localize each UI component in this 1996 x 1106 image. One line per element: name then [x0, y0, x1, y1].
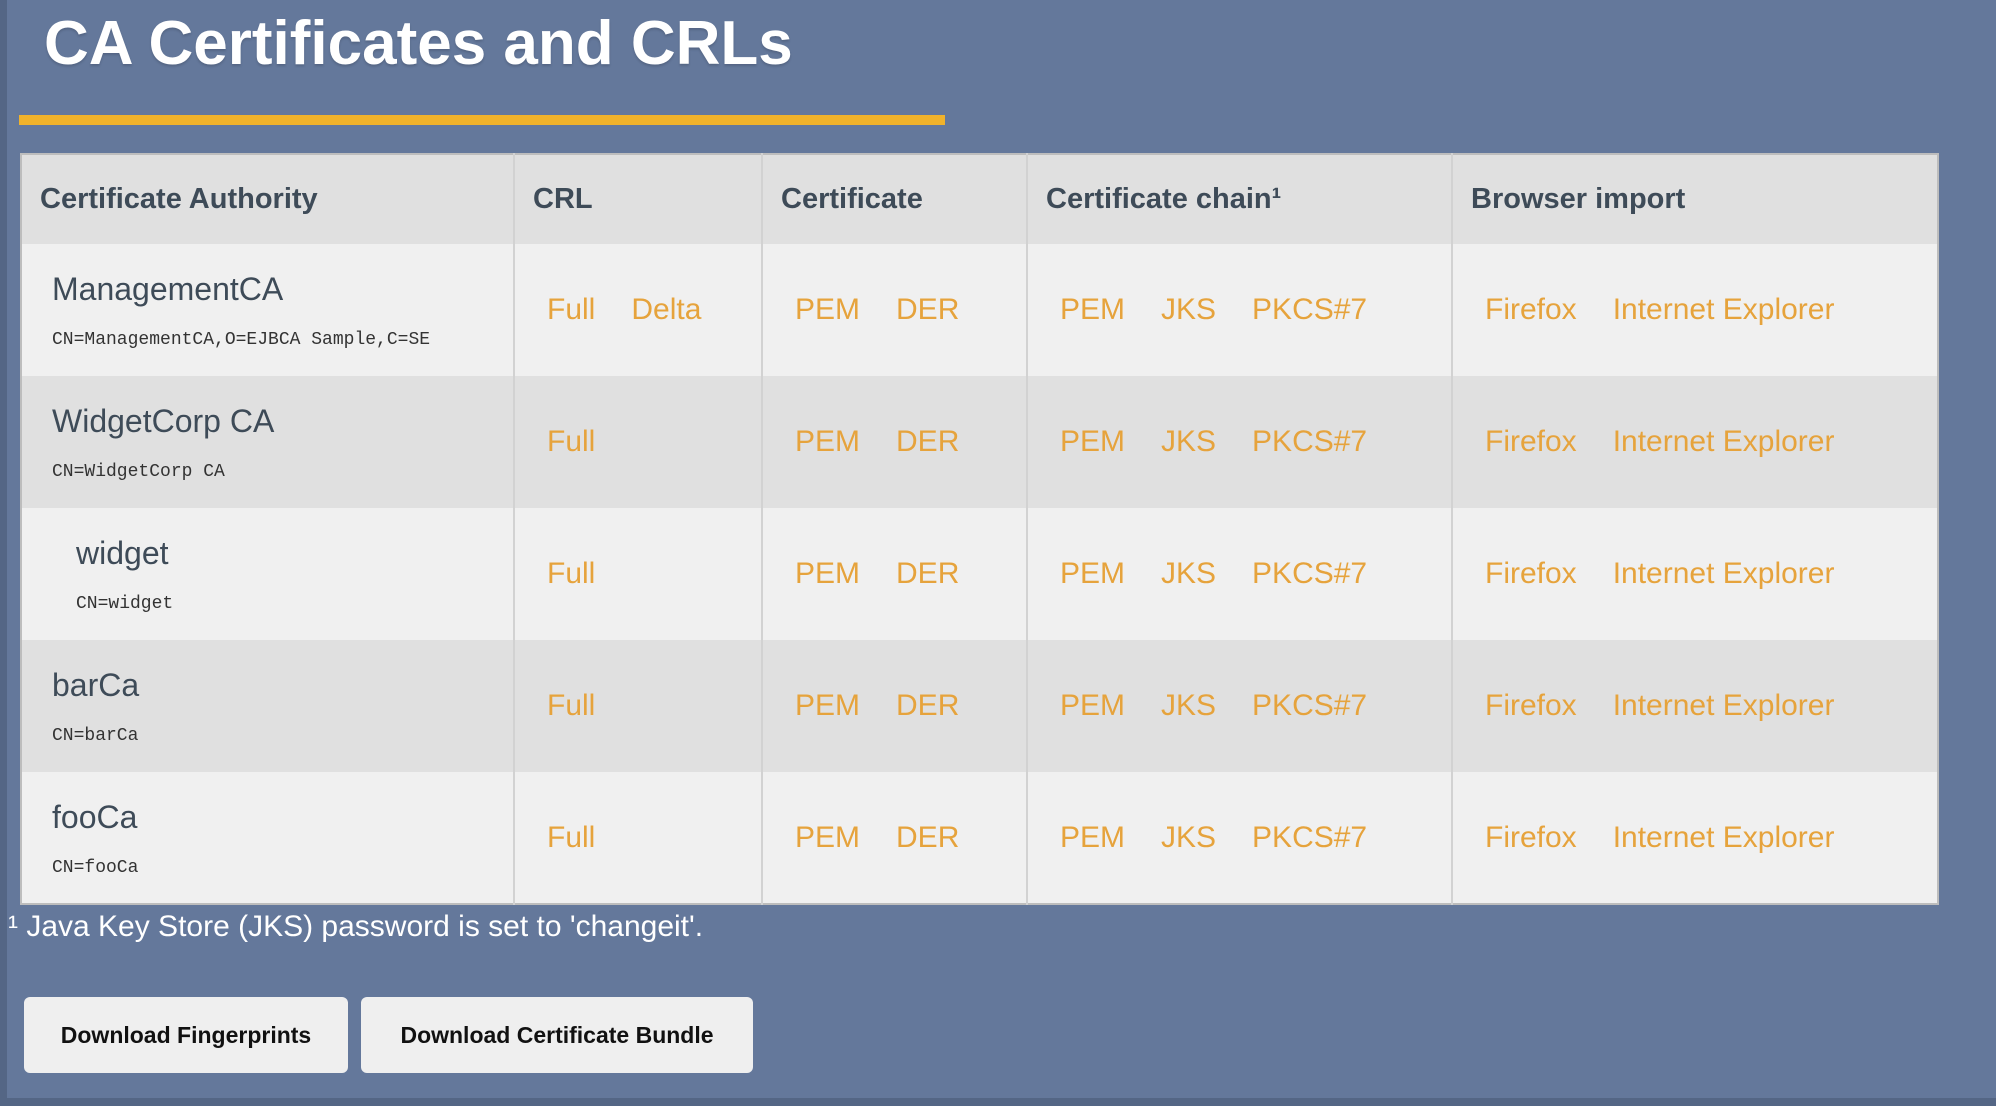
browser-firefox-link[interactable]: Firefox [1485, 293, 1577, 327]
ca-name: ManagementCA [52, 270, 513, 308]
chain-pem-link[interactable]: PEM [1060, 557, 1125, 591]
column-header-certificate-authority: Certificate Authority [21, 154, 514, 244]
column-header-crl: CRL [514, 154, 762, 244]
browser-links-cell: Firefox Internet Explorer [1452, 640, 1938, 772]
cert-pem-link[interactable]: PEM [795, 821, 860, 855]
chain-links-cell: PEM JKS PKCS#7 [1027, 244, 1452, 376]
chain-pem-link[interactable]: PEM [1060, 293, 1125, 327]
browser-firefox-link[interactable]: Firefox [1485, 425, 1577, 459]
cert-links-cell: PEM DER [762, 244, 1027, 376]
chain-pkcs-7-link[interactable]: PKCS#7 [1252, 425, 1367, 459]
crl-links-cell: Full Delta [514, 244, 762, 376]
browser-internet-explorer-link[interactable]: Internet Explorer [1613, 293, 1835, 327]
ca-authority-cell: fooCa CN=fooCa [21, 772, 514, 904]
cert-pem-link[interactable]: PEM [795, 689, 860, 723]
ca-authority-cell: ManagementCA CN=ManagementCA,O=EJBCA Samp… [21, 244, 514, 376]
ca-row: barCa CN=barCa Full PEM DER PEM JKS PKCS#7 Firef… [21, 640, 1938, 772]
table-header-row: Certificate Authority CRL Certificate Ce… [21, 154, 1938, 244]
chain-pkcs-7-link[interactable]: PKCS#7 [1252, 557, 1367, 591]
cert-pem-link[interactable]: PEM [795, 557, 860, 591]
crl-links-cell: Full [514, 508, 762, 640]
ca-certificates-table: Certificate Authority CRL Certificate Ce… [20, 153, 1939, 905]
ca-authority-cell: widget CN=widget [21, 508, 514, 640]
download-buttons: Download Fingerprints Download Certifica… [24, 997, 753, 1073]
crl-full-link[interactable]: Full [547, 293, 595, 327]
chain-pem-link[interactable]: PEM [1060, 689, 1125, 723]
window-edge-bottom [0, 1098, 1996, 1106]
ca-row: WidgetCorp CACN=WidgetCorp CAFullPEMDERP… [21, 376, 1938, 508]
column-header-certificate: Certificate [762, 154, 1027, 244]
cert-links-cell: PEM DER [762, 508, 1027, 640]
download-certificate-bundle-button[interactable]: Download Certificate Bundle [361, 997, 753, 1073]
ca-name: barCa [52, 666, 513, 704]
ca-name: fooCa [52, 798, 513, 836]
download-fingerprints-button[interactable]: Download Fingerprints [24, 997, 348, 1073]
ca-row: ManagementCA CN=ManagementCA,O=EJBCA Samp… [21, 244, 1938, 376]
crl-full-link[interactable]: Full [547, 425, 595, 459]
ca-authority-cell: barCa CN=barCa [21, 640, 514, 772]
page-title: CA Certificates and CRLs [44, 8, 793, 79]
cert-der-link[interactable]: DER [896, 425, 959, 459]
browser-firefox-link[interactable]: Firefox [1485, 557, 1577, 591]
browser-links-cell: Firefox Internet Explorer [1452, 244, 1938, 376]
browser-links-cell: Firefox Internet Explorer [1452, 376, 1938, 508]
browser-internet-explorer-link[interactable]: Internet Explorer [1613, 689, 1835, 723]
chain-pkcs-7-link[interactable]: PKCS#7 [1252, 689, 1367, 723]
browser-internet-explorer-link[interactable]: Internet Explorer [1613, 821, 1835, 855]
ca-name: widget [76, 534, 513, 572]
ca-row: fooCa CN=fooCa Full PEM DER PEM JKS PKCS#7 Firef… [21, 772, 1938, 904]
browser-firefox-link[interactable]: Firefox [1485, 689, 1577, 723]
chain-pkcs-7-link[interactable]: PKCS#7 [1252, 821, 1367, 855]
chain-pkcs-7-link[interactable]: PKCS#7 [1252, 293, 1367, 327]
cert-der-link[interactable]: DER [896, 293, 959, 327]
crl-full-link[interactable]: Full [547, 557, 595, 591]
table-body: ManagementCA CN=ManagementCA,O=EJBCA Samp… [21, 244, 1938, 904]
crl-full-link[interactable]: Full [547, 689, 595, 723]
cert-der-link[interactable]: DER [896, 557, 959, 591]
jks-password-footnote: ¹ Java Key Store (JKS) password is set t… [8, 910, 703, 944]
browser-links-cell: Firefox Internet Explorer [1452, 772, 1938, 904]
browser-links-cell: Firefox Internet Explorer [1452, 508, 1938, 640]
crl-links-cell: Full [514, 376, 762, 508]
chain-jks-link[interactable]: JKS [1161, 689, 1216, 723]
chain-jks-link[interactable]: JKS [1161, 557, 1216, 591]
ca-row: widget CN=widget Full PEM DER PEM JKS PKCS#7 Fir… [21, 508, 1938, 640]
ca-subject-dn: CN=barCa [52, 726, 513, 746]
chain-links-cell: PEM JKS PKCS#7 [1027, 508, 1452, 640]
chain-links-cell: PEM JKS PKCS#7 [1027, 376, 1452, 508]
crl-delta-link[interactable]: Delta [631, 293, 701, 327]
ca-name: WidgetCorp CA [52, 402, 513, 440]
crl-links-cell: Full [514, 772, 762, 904]
chain-links-cell: PEM JKS PKCS#7 [1027, 640, 1452, 772]
chain-pem-link[interactable]: PEM [1060, 425, 1125, 459]
browser-internet-explorer-link[interactable]: Internet Explorer [1613, 425, 1835, 459]
column-header-browser-import: Browser import [1452, 154, 1938, 244]
ca-subject-dn: CN=widget [76, 594, 513, 614]
browser-internet-explorer-link[interactable]: Internet Explorer [1613, 557, 1835, 591]
cert-pem-link[interactable]: PEM [795, 293, 860, 327]
title-underline [19, 115, 945, 125]
chain-links-cell: PEM JKS PKCS#7 [1027, 772, 1452, 904]
crl-links-cell: Full [514, 640, 762, 772]
ca-authority-cell: WidgetCorp CA CN=WidgetCorp CA [21, 376, 514, 508]
browser-firefox-link[interactable]: Firefox [1485, 821, 1577, 855]
cert-der-link[interactable]: DER [896, 821, 959, 855]
chain-jks-link[interactable]: JKS [1161, 293, 1216, 327]
chain-pem-link[interactable]: PEM [1060, 821, 1125, 855]
window-edge-left [0, 0, 7, 1106]
ca-subject-dn: CN=fooCa [52, 858, 513, 878]
cert-der-link[interactable]: DER [896, 689, 959, 723]
cert-links-cell: PEM DER [762, 772, 1027, 904]
chain-jks-link[interactable]: JKS [1161, 425, 1216, 459]
cert-links-cell: PEM DER [762, 640, 1027, 772]
ca-subject-dn: CN=ManagementCA,O=EJBCA Sample,C=SE [52, 330, 513, 350]
column-header-certificate-chain: Certificate chain¹ [1027, 154, 1452, 244]
ca-subject-dn: CN=WidgetCorp CA [52, 462, 513, 482]
crl-full-link[interactable]: Full [547, 821, 595, 855]
chain-jks-link[interactable]: JKS [1161, 821, 1216, 855]
cert-pem-link[interactable]: PEM [795, 425, 860, 459]
cert-links-cell: PEM DER [762, 376, 1027, 508]
